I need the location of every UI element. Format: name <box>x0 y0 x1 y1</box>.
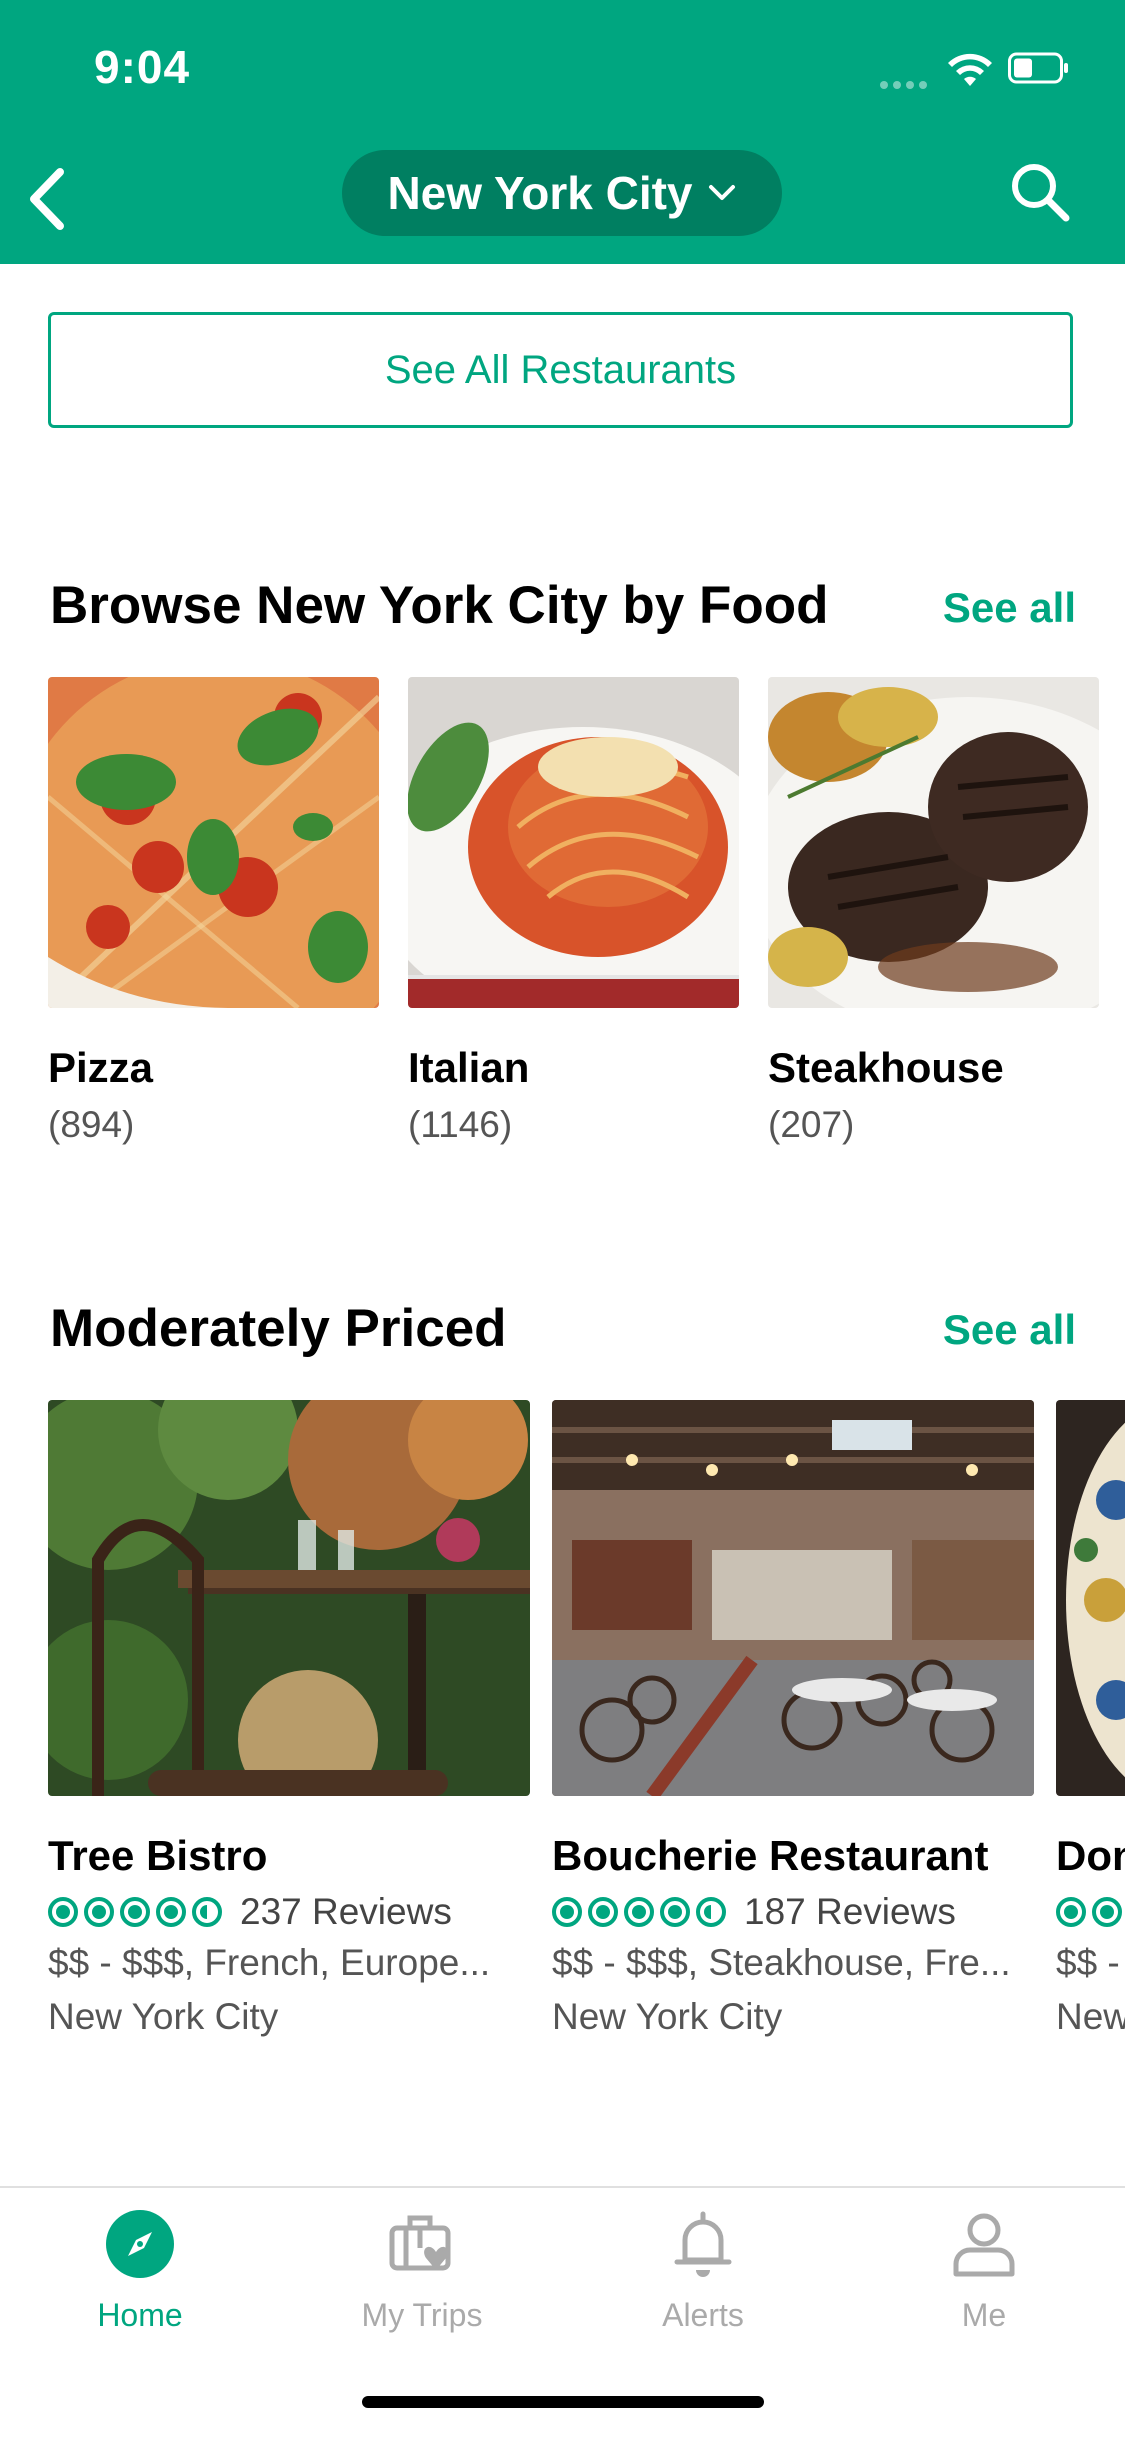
moderate-section-title: Moderately Priced <box>50 1299 507 1358</box>
tab-my-trips[interactable]: My Trips <box>322 2208 522 2334</box>
restaurant-photo <box>552 1400 1034 1796</box>
review-count: 187 Reviews <box>744 1891 956 1932</box>
steak-photo <box>768 677 1099 1008</box>
battery-icon <box>1008 52 1068 84</box>
restaurant-name: Don <box>1056 1832 1125 1879</box>
city-selector[interactable]: New York City <box>342 150 782 236</box>
restaurant-location: New York City <box>552 1996 783 2037</box>
wifi-icon <box>948 53 992 86</box>
rating-bubbles-icon <box>1056 1897 1125 1927</box>
spaghetti-photo <box>408 677 739 1008</box>
home-indicator <box>362 2396 764 2408</box>
food-card-italian[interactable]: Italian (1146) <box>408 677 739 1146</box>
tab-label: Alerts <box>662 2297 744 2333</box>
back-chevron-icon[interactable] <box>20 164 80 234</box>
food-count: (207) <box>768 1104 855 1145</box>
person-icon <box>953 2213 1015 2277</box>
rating-bubbles-icon <box>48 1897 228 1927</box>
rating-row: 237 Reviews <box>48 1890 530 1934</box>
rating-row <box>1056 1890 1125 1934</box>
compass-icon <box>106 2210 174 2278</box>
moderate-see-all-link[interactable]: See all <box>943 1306 1076 1354</box>
restaurant-card[interactable]: Boucherie Restaurant 187 Reviews $$ - $$… <box>552 1400 1034 2038</box>
food-card-steakhouse[interactable]: Steakhouse (207) <box>768 677 1099 1146</box>
see-all-restaurants-button[interactable]: See All Restaurants <box>48 312 1073 428</box>
bell-icon <box>674 2211 732 2277</box>
app-header: 9:04 New York City <box>0 0 1125 264</box>
restaurant-meta: $$ - <box>1056 1942 1120 1983</box>
suitcase-heart-icon <box>389 2215 451 2271</box>
pizza-photo <box>48 677 379 1008</box>
tab-label: Me <box>961 2297 1007 2333</box>
food-name: Italian <box>408 1044 530 1091</box>
food-name: Steakhouse <box>768 1044 1004 1091</box>
restaurant-meta: $$ - $$$, French, Europe... <box>48 1942 491 1983</box>
signal-icon <box>880 76 932 89</box>
restaurant-card[interactable]: Tree Bistro 237 Reviews $$ - $$$, French… <box>48 1400 530 2038</box>
tab-label: My Trips <box>361 2297 483 2333</box>
food-see-all-link[interactable]: See all <box>943 584 1076 632</box>
review-count: 237 Reviews <box>240 1891 452 1932</box>
tab-me[interactable]: Me <box>884 2208 1084 2334</box>
restaurant-photo <box>48 1400 530 1796</box>
restaurant-location: New <box>1056 1996 1125 2037</box>
rating-row: 187 Reviews <box>552 1890 1034 1934</box>
restaurant-photo <box>1056 1400 1125 1796</box>
restaurant-card-partial[interactable]: Don $$ - New <box>1056 1400 1125 2038</box>
restaurant-name: Boucherie Restaurant <box>552 1832 989 1879</box>
food-name: Pizza <box>48 1044 154 1091</box>
food-section-title: Browse New York City by Food <box>50 576 829 635</box>
restaurant-meta: $$ - $$$, Steakhouse, Fre... <box>552 1942 1011 1983</box>
rating-bubbles-icon <box>552 1897 732 1927</box>
search-icon[interactable] <box>1008 160 1072 224</box>
status-time: 9:04 <box>94 41 191 93</box>
tab-label: Home <box>97 2297 183 2333</box>
food-count: (1146) <box>408 1104 513 1145</box>
food-count: (894) <box>48 1104 135 1145</box>
restaurant-location: New York City <box>48 1996 279 2037</box>
chevron-down-icon <box>708 185 735 200</box>
tab-alerts[interactable]: Alerts <box>603 2208 803 2334</box>
food-card-pizza[interactable]: Pizza (894) <box>48 677 379 1146</box>
restaurant-name: Tree Bistro <box>48 1832 268 1879</box>
city-name: New York City <box>387 167 693 219</box>
tab-home[interactable]: Home <box>40 2208 240 2334</box>
